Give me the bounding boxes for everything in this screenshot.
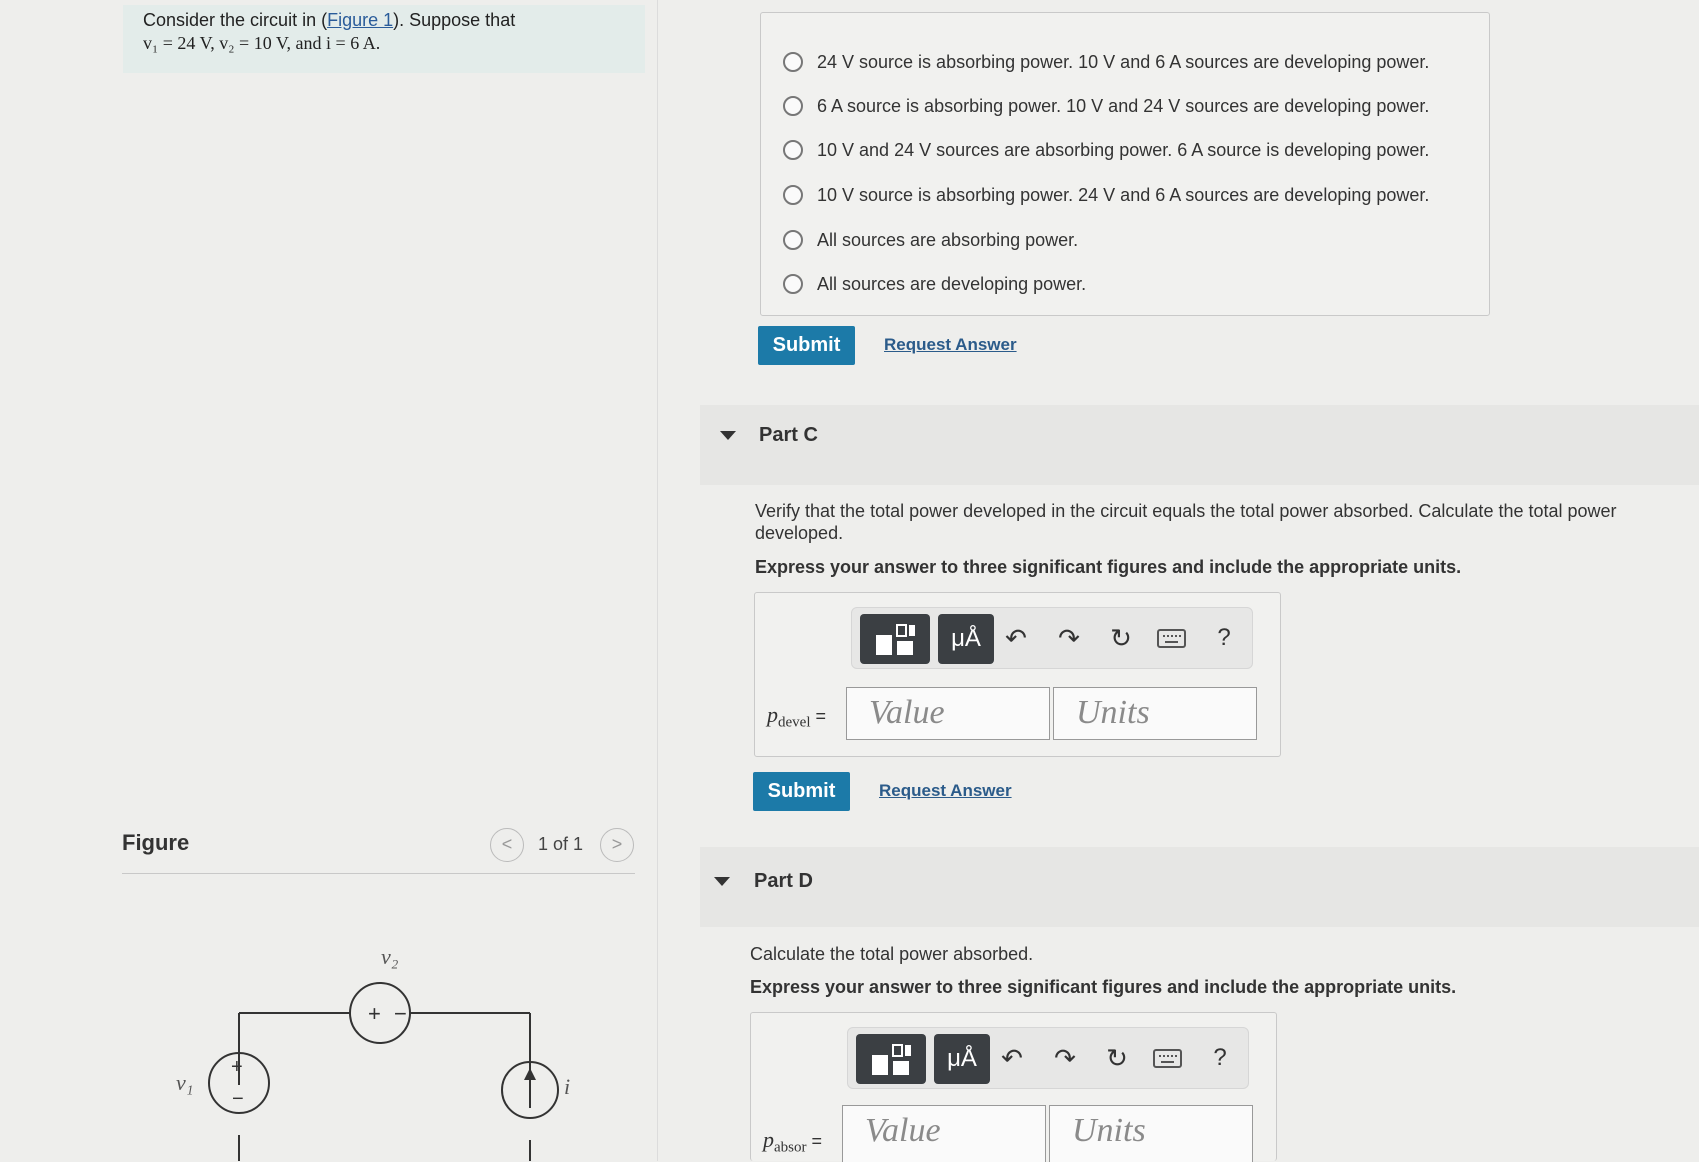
radio-icon[interactable]: [783, 230, 803, 250]
part-b-request-answer-link[interactable]: Request Answer: [884, 335, 1017, 355]
part-d-answer-box: μÅ ↶ ↷ ↻ ? pabsor = Value Units: [750, 1012, 1277, 1162]
figure-pager: < 1 of 1 >: [490, 828, 635, 862]
figure-page-count: 1 of 1: [538, 834, 584, 854]
option-2[interactable]: 6 A source is absorbing power. 10 V and …: [783, 91, 1429, 121]
v2-label: v₂: [381, 944, 399, 969]
radio-icon[interactable]: [783, 140, 803, 160]
part-c-header[interactable]: Part C: [700, 405, 1699, 485]
part-d-title: Part D: [754, 870, 813, 892]
part-d-instruction: Express your answer to three significant…: [750, 977, 1457, 997]
units-input[interactable]: Units: [1053, 687, 1257, 740]
part-c-submit-button[interactable]: Submit: [753, 772, 850, 811]
collapse-triangle-icon[interactable]: [714, 877, 730, 886]
p-absor-label: pabsor =: [763, 1127, 823, 1156]
p-devel-label: pdevel =: [767, 702, 826, 731]
part-d-prompt: Calculate the total power absorbed.: [750, 944, 1034, 964]
next-figure-button[interactable]: >: [600, 828, 634, 862]
current-arrow-head: [524, 1068, 536, 1080]
v1-minus: −: [232, 1088, 244, 1110]
part-c-instruction: Express your answer to three significant…: [755, 557, 1462, 577]
intro-text-post: ). Suppose that: [393, 10, 516, 30]
keyboard-icon[interactable]: [1156, 622, 1188, 654]
reset-icon[interactable]: ↻: [1101, 1042, 1133, 1074]
part-c-answer-box: μÅ ↶ ↷ ↻ ? pdevel = Value Units: [754, 592, 1281, 757]
part-d-header[interactable]: Part D: [700, 847, 1699, 927]
option-3[interactable]: 10 V and 24 V sources are absorbing powe…: [783, 135, 1429, 165]
math-toolbar: μÅ ↶ ↷ ↻ ?: [847, 1027, 1249, 1089]
option-1[interactable]: 24 V source is absorbing power. 10 V and…: [783, 47, 1429, 77]
undo-icon[interactable]: ↶: [996, 1042, 1028, 1074]
help-icon[interactable]: ?: [1204, 1042, 1236, 1074]
option-5[interactable]: All sources are absorbing power.: [783, 225, 1078, 255]
radio-icon[interactable]: [783, 96, 803, 116]
undo-icon[interactable]: ↶: [1000, 622, 1032, 654]
figure-divider: [122, 873, 635, 874]
figure-link[interactable]: Figure 1: [327, 10, 393, 30]
v2-plus: +: [368, 1001, 381, 1026]
keyboard-icon[interactable]: [1152, 1042, 1184, 1074]
reset-icon[interactable]: ↻: [1105, 622, 1137, 654]
v1-label: v₁: [176, 1070, 193, 1095]
part-c-title: Part C: [759, 424, 818, 446]
part-c-prompt: Verify that the total power developed in…: [755, 501, 1617, 543]
part-b-submit-button[interactable]: Submit: [758, 326, 855, 365]
help-icon[interactable]: ?: [1208, 622, 1240, 654]
part-c-request-answer-link[interactable]: Request Answer: [879, 781, 1012, 801]
column-divider: [657, 0, 658, 1161]
figure-title: Figure: [122, 830, 190, 855]
collapse-triangle-icon[interactable]: [720, 431, 736, 440]
problem-statement: Consider the circuit in (Figure 1). Supp…: [123, 5, 645, 73]
units-icon[interactable]: μÅ: [934, 1034, 990, 1084]
i-label: i: [564, 1074, 570, 1099]
template-icon[interactable]: [860, 614, 930, 664]
option-6[interactable]: All sources are developing power.: [783, 269, 1086, 299]
math-toolbar: μÅ ↶ ↷ ↻ ?: [851, 607, 1253, 669]
radio-icon[interactable]: [783, 274, 803, 294]
value-input[interactable]: Value: [842, 1105, 1046, 1162]
template-icon[interactable]: [856, 1034, 926, 1084]
option-4[interactable]: 10 V source is absorbing power. 24 V and…: [783, 180, 1429, 210]
prev-figure-button[interactable]: <: [490, 828, 524, 862]
redo-icon[interactable]: ↷: [1053, 622, 1085, 654]
value-input[interactable]: Value: [846, 687, 1050, 740]
units-icon[interactable]: μÅ: [938, 614, 994, 664]
radio-icon[interactable]: [783, 52, 803, 72]
units-input[interactable]: Units: [1049, 1105, 1253, 1162]
v1-plus: +: [231, 1056, 243, 1078]
part-b-options-box: 24 V source is absorbing power. 10 V and…: [760, 12, 1490, 316]
intro-text: Consider the circuit in (: [143, 10, 328, 30]
given-values: v₁ = 24 V, v₂ = 10 V, and i = 6 A.: [143, 33, 381, 53]
circuit-diagram: + − + − v₂ v₁ i: [176, 944, 570, 1161]
radio-icon[interactable]: [783, 185, 803, 205]
redo-icon[interactable]: ↷: [1049, 1042, 1081, 1074]
v2-minus: −: [394, 1001, 407, 1026]
